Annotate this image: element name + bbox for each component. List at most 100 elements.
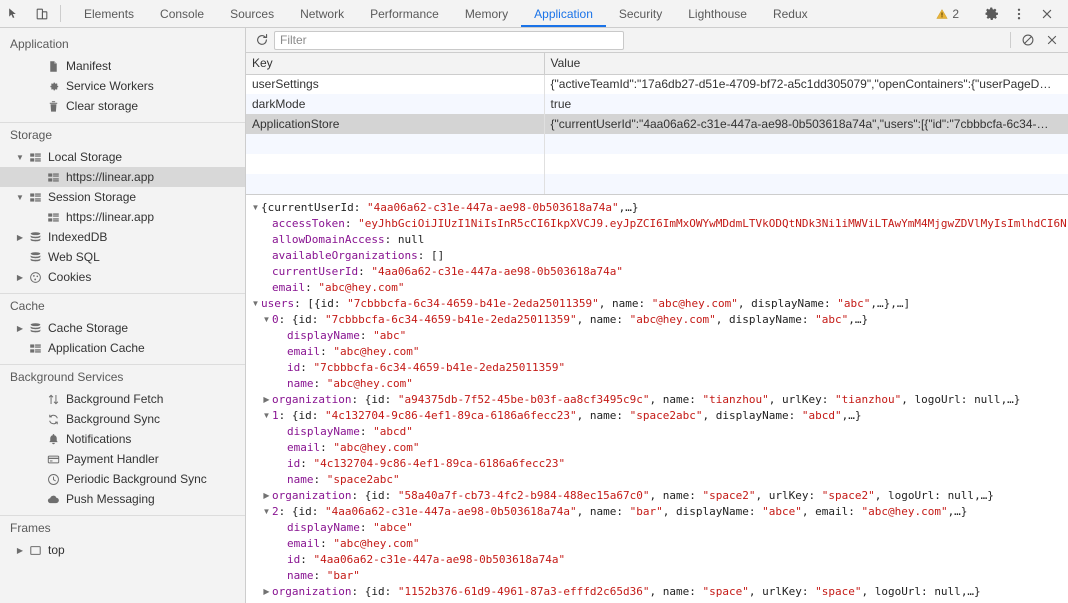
- more-options-icon[interactable]: [1006, 7, 1032, 21]
- json-token-plain: {currentUserId:: [261, 201, 367, 214]
- sidebar-item-push-messaging[interactable]: ▶ Push Messaging: [0, 489, 245, 509]
- tab-memory[interactable]: Memory: [452, 0, 521, 27]
- json-preview-line[interactable]: ▶ organization: {id: "a94375db-7f52-45be-…: [250, 392, 1068, 408]
- table-row[interactable]: ApplicationStore {"currentUserId":"4aa06a…: [246, 114, 1068, 134]
- chevron-right-icon[interactable]: ▶: [14, 546, 26, 555]
- table-cell-key[interactable]: ApplicationStore: [246, 114, 545, 134]
- device-toolbar-icon[interactable]: [28, 0, 56, 27]
- sidebar-item-periodic-background-sync[interactable]: ▶ Periodic Background Sync: [0, 469, 245, 489]
- json-token-str: "tianzhou": [702, 393, 769, 406]
- chevron-right-icon[interactable]: ▶: [14, 233, 26, 242]
- json-preview-line[interactable]: ▼ 2: {id: "4aa06a62-c31e-447a-ae98-0b5036…: [250, 504, 1068, 520]
- warning-count-badge[interactable]: 2: [930, 7, 965, 21]
- table-cell-value[interactable]: true: [544, 94, 1068, 114]
- json-preview-line[interactable]: name: "bar": [250, 568, 1068, 584]
- chevron-down-icon[interactable]: ▼: [261, 504, 272, 520]
- table-cell-key[interactable]: userSettings: [246, 74, 545, 94]
- tab-console[interactable]: Console: [147, 0, 217, 27]
- refresh-icon[interactable]: [250, 29, 274, 51]
- sidebar-item-notifications[interactable]: ▶ Notifications: [0, 429, 245, 449]
- value-preview-panel[interactable]: ▼ {currentUserId: "4aa06a62-c31e-447a-ae9…: [246, 195, 1068, 603]
- json-preview-line[interactable]: displayName: "abce": [250, 520, 1068, 536]
- sidebar-item-https-linear-app[interactable]: ▶ https://linear.app: [0, 207, 245, 227]
- close-icon[interactable]: [1034, 7, 1060, 21]
- chevron-down-icon[interactable]: ▼: [250, 296, 261, 312]
- chevron-right-icon[interactable]: ▶: [14, 324, 26, 333]
- json-preview-line[interactable]: displayName: "abcd": [250, 424, 1068, 440]
- table-row[interactable]: userSettings {"activeTeamId":"17a6db27-d5…: [246, 74, 1068, 94]
- tab-application[interactable]: Application: [521, 0, 606, 27]
- application-sidebar[interactable]: Application ▶ Manifest ▶ Service Workers ▶ Cle…: [0, 28, 246, 603]
- table-row[interactable]: darkMode true: [246, 94, 1068, 114]
- sidebar-item-background-fetch[interactable]: ▶ Background Fetch: [0, 389, 245, 409]
- json-preview-line[interactable]: id: "4c132704-9c86-4ef1-89ca-6186a6fecc2…: [250, 456, 1068, 472]
- sidebar-item-https-linear-app[interactable]: ▶ https://linear.app: [0, 167, 245, 187]
- chevron-down-icon[interactable]: ▼: [261, 408, 272, 424]
- table-cell-value[interactable]: {"currentUserId":"4aa06a62-c31e-447a-ae9…: [544, 114, 1068, 134]
- json-preview-line[interactable]: displayName: "abc": [250, 328, 1068, 344]
- json-preview-line[interactable]: ▼ users: [{id: "7cbbbcfa-6c34-4659-b41e-2…: [250, 296, 1068, 312]
- sidebar-item-indexeddb[interactable]: ▶ IndexedDB: [0, 227, 245, 247]
- gear-icon[interactable]: [978, 6, 1004, 21]
- json-preview-line[interactable]: email: "abc@hey.com": [250, 344, 1068, 360]
- table-cell-key[interactable]: darkMode: [246, 94, 545, 114]
- chevron-right-icon[interactable]: ▶: [261, 584, 272, 600]
- chevron-down-icon[interactable]: ▼: [250, 200, 261, 216]
- inspect-element-icon[interactable]: [0, 0, 28, 27]
- table-row-empty: [246, 134, 1068, 154]
- sidebar-item-service-workers[interactable]: ▶ Service Workers: [0, 76, 245, 96]
- sidebar-item-background-sync[interactable]: ▶ Background Sync: [0, 409, 245, 429]
- local-storage-table-container[interactable]: Key Value userSettings {"activeTeamId":"1…: [246, 53, 1068, 195]
- json-token-null: null: [397, 233, 425, 246]
- json-token-plain: : {id:: [278, 313, 325, 326]
- json-token-name: email: [287, 537, 321, 550]
- chevron-right-icon[interactable]: ▶: [261, 488, 272, 504]
- sidebar-item-top[interactable]: ▶ top: [0, 540, 245, 560]
- chevron-down-icon[interactable]: ▼: [14, 193, 26, 202]
- json-preview-line[interactable]: email: "abc@hey.com": [250, 280, 1068, 296]
- json-preview-line[interactable]: id: "4aa06a62-c31e-447a-ae98-0b503618a74…: [250, 552, 1068, 568]
- column-header-key[interactable]: Key: [246, 53, 545, 75]
- toolbar-right-actions: 2: [930, 0, 1068, 27]
- sidebar-item-application-cache[interactable]: ▶ Application Cache: [0, 338, 245, 358]
- json-preview-line[interactable]: ▶ organization: {id: "1152b376-61d9-4961-…: [250, 584, 1068, 600]
- json-preview-line[interactable]: name: "abc@hey.com": [250, 376, 1068, 392]
- json-preview-line[interactable]: ▼ 1: {id: "4c132704-9c86-4ef1-89ca-6186a6…: [250, 408, 1068, 424]
- sidebar-item-web-sql[interactable]: ▶ Web SQL: [0, 247, 245, 267]
- tab-network[interactable]: Network: [287, 0, 357, 27]
- json-token-plain: :: [344, 217, 359, 230]
- clear-all-icon[interactable]: [1016, 29, 1040, 51]
- json-preview-line[interactable]: availableOrganizations: []: [250, 248, 1068, 264]
- sidebar-item-payment-handler[interactable]: ▶ Payment Handler: [0, 449, 245, 469]
- chevron-right-icon[interactable]: ▶: [261, 392, 272, 408]
- chevron-down-icon[interactable]: ▼: [261, 312, 272, 328]
- table-cell-value[interactable]: {"activeTeamId":"17a6db27-d51e-4709-bf72…: [544, 74, 1068, 94]
- json-preview-line[interactable]: ▼ 0: {id: "7cbbbcfa-6c34-4659-b41e-2eda25…: [250, 312, 1068, 328]
- tab-performance[interactable]: Performance: [357, 0, 452, 27]
- sidebar-item-local-storage[interactable]: ▼ Local Storage: [0, 147, 245, 167]
- tab-elements[interactable]: Elements: [71, 0, 147, 27]
- sidebar-item-session-storage[interactable]: ▼ Session Storage: [0, 187, 245, 207]
- delete-selected-icon[interactable]: [1040, 29, 1064, 51]
- sidebar-item-clear-storage[interactable]: ▶ Clear storage: [0, 96, 245, 116]
- json-preview-line[interactable]: email: "abc@hey.com": [250, 440, 1068, 456]
- json-preview-line[interactable]: name: "space2abc": [250, 472, 1068, 488]
- json-preview-line[interactable]: email: "abc@hey.com": [250, 536, 1068, 552]
- sidebar-item-manifest[interactable]: ▶ Manifest: [0, 56, 245, 76]
- sidebar-item-cache-storage[interactable]: ▶ Cache Storage: [0, 318, 245, 338]
- json-preview-line[interactable]: currentUserId: "4aa06a62-c31e-447a-ae98-…: [250, 264, 1068, 280]
- chevron-down-icon[interactable]: ▼: [14, 153, 26, 162]
- chevron-right-icon[interactable]: ▶: [14, 273, 26, 282]
- tab-sources[interactable]: Sources: [217, 0, 287, 27]
- json-preview-line[interactable]: ▼ {currentUserId: "4aa06a62-c31e-447a-ae9…: [250, 200, 1068, 216]
- tab-security[interactable]: Security: [606, 0, 675, 27]
- sidebar-item-cookies[interactable]: ▶ Cookies: [0, 267, 245, 287]
- json-preview-line[interactable]: accessToken: "eyJhbGciOiJIUzI1NiIsInR5cC…: [250, 216, 1068, 232]
- tab-redux[interactable]: Redux: [760, 0, 821, 27]
- json-preview-line[interactable]: id: "7cbbbcfa-6c34-4659-b41e-2eda2501135…: [250, 360, 1068, 376]
- json-preview-line[interactable]: ▶ organization: {id: "58a40a7f-cb73-4fc2-…: [250, 488, 1068, 504]
- json-preview-line[interactable]: allowDomainAccess: null: [250, 232, 1068, 248]
- tab-lighthouse[interactable]: Lighthouse: [675, 0, 760, 27]
- search-input[interactable]: [274, 30, 624, 50]
- column-header-value[interactable]: Value: [544, 53, 1068, 75]
